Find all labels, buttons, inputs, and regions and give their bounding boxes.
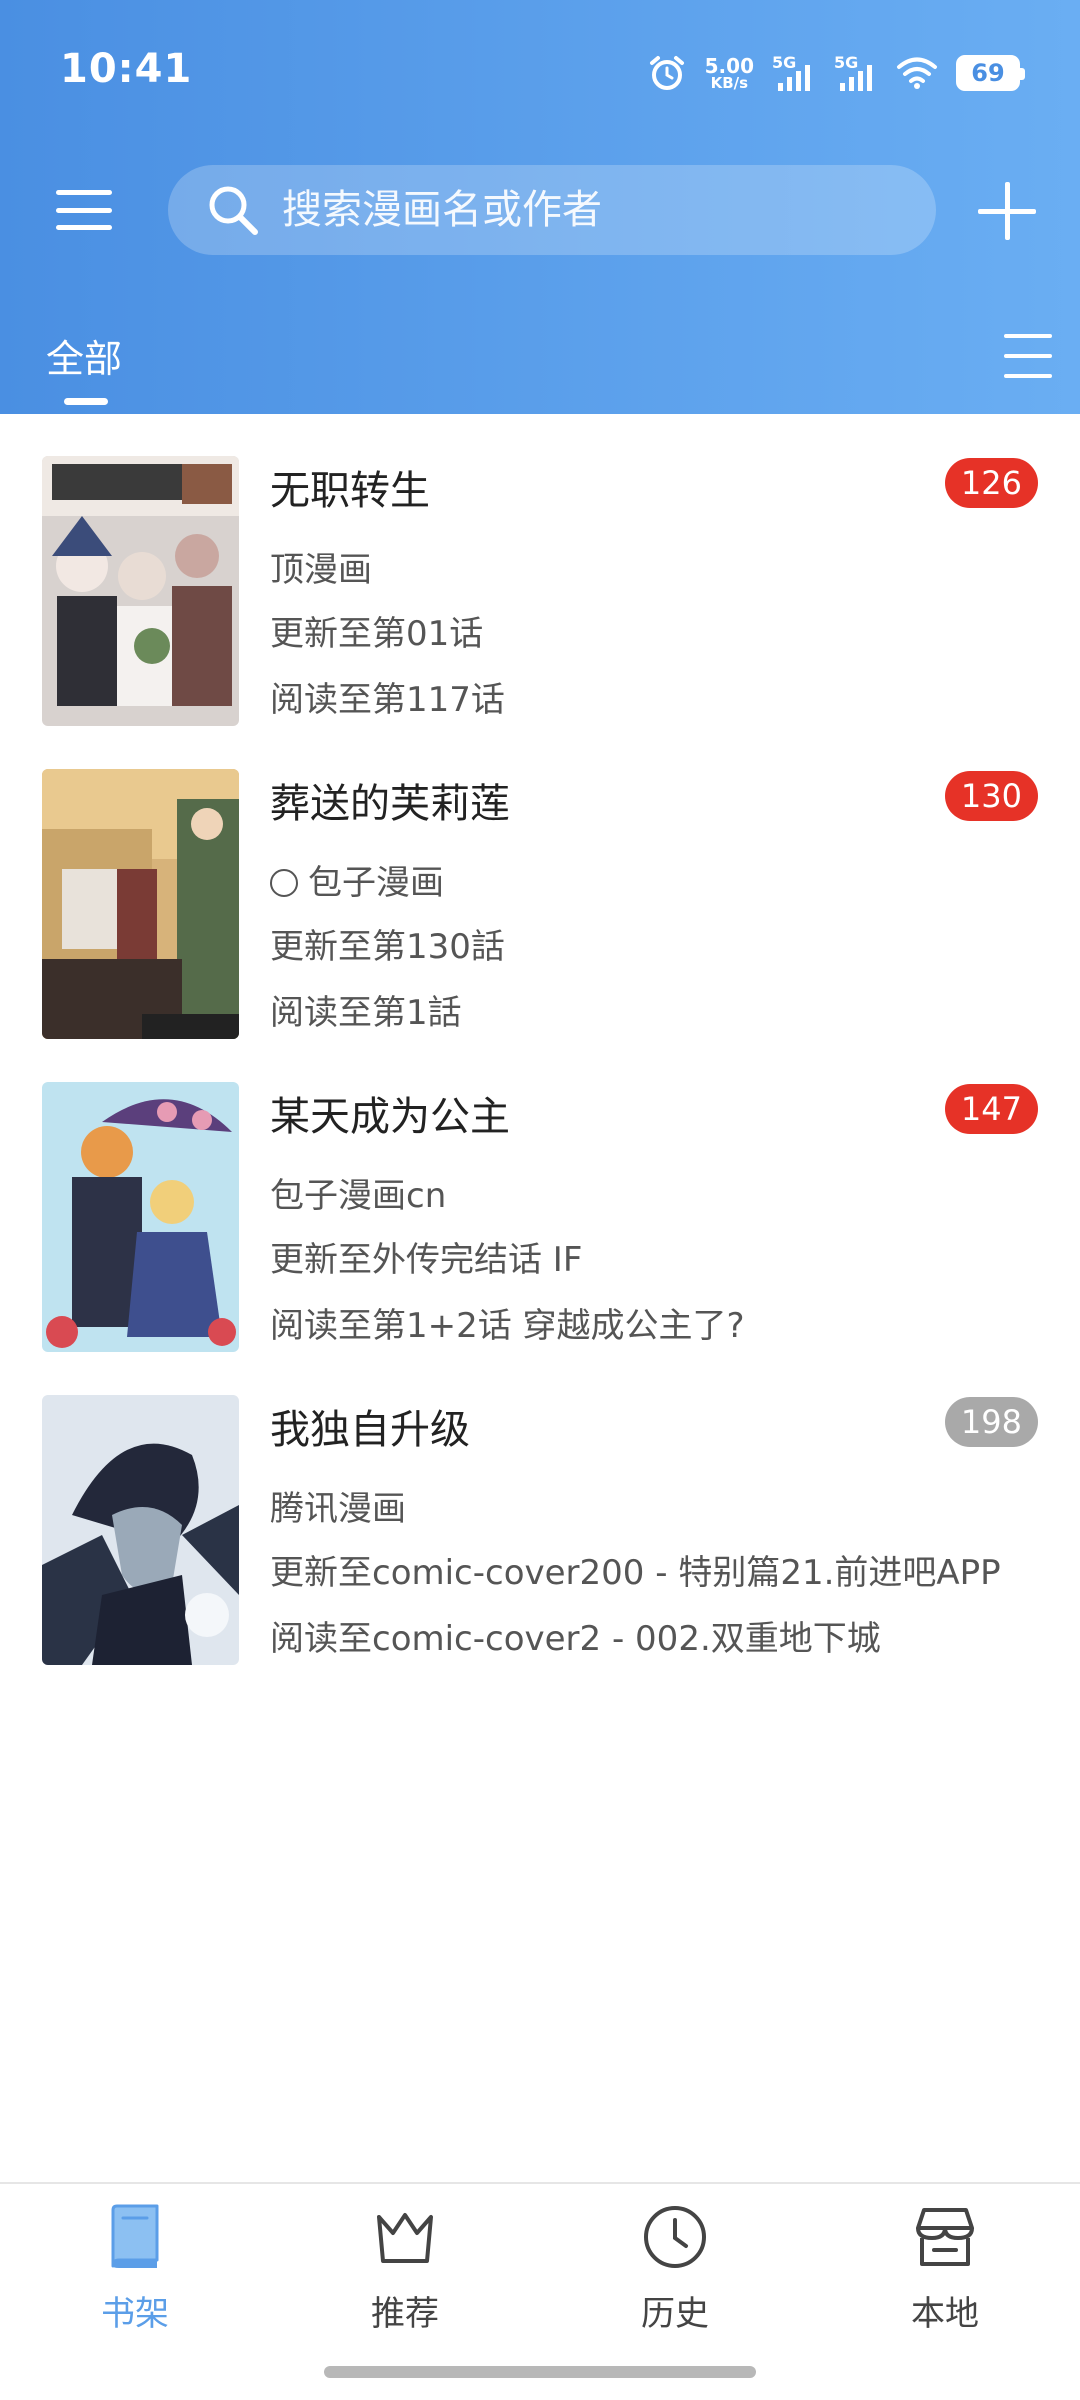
comic-source: 腾讯漫画 (270, 1489, 406, 1529)
list-item[interactable]: 某天成为公主 包子漫画cn 更新至外传完结话 IF 阅读至第1+2话 穿越成公主… (0, 1040, 1080, 1353)
comic-read-progress: 阅读至第117话 (270, 680, 505, 720)
signal-bars-icon (778, 65, 810, 91)
nav-bookshelf[interactable]: 书架 (35, 2202, 235, 2342)
chapter-count-badge: 198 (944, 1397, 1038, 1447)
status-time: 10:41 (60, 46, 193, 92)
alarm-icon (647, 53, 687, 93)
comic-source: 顶漫画 (270, 550, 372, 590)
comic-source-label: 包子漫画 (308, 863, 444, 903)
status-bar: 10:41 5.00 KB/s 5G 5G 69 (0, 0, 1080, 140)
menu-icon-bar (56, 207, 112, 213)
comic-update: 更新至comic-cover200 - 特别篇21.前进吧APP (270, 1553, 1001, 1593)
app-header: 10:41 5.00 KB/s 5G 5G 69 搜索漫画名或作者 全部 (0, 0, 1080, 414)
nav-history[interactable]: 历史 (575, 2202, 775, 2342)
book-icon (100, 2202, 170, 2272)
comic-source: 包子漫画 (270, 855, 444, 904)
wifi-icon (896, 56, 938, 90)
comic-read-progress: 阅读至comic-cover2 - 002.双重地下城 (270, 1619, 881, 1659)
battery-icon: 69 (956, 55, 1025, 91)
list-item[interactable]: 我独自升级 腾讯漫画 更新至comic-cover200 - 特别篇21.前进吧… (0, 1353, 1080, 1666)
chapter-count-badge: 126 (944, 458, 1038, 508)
comic-cover (42, 1082, 239, 1352)
list-item[interactable]: 无职转生 顶漫画 更新至第01话 阅读至第117话 126 (0, 414, 1080, 727)
add-button[interactable] (978, 182, 1036, 240)
circle-icon (270, 869, 298, 897)
tab-bar: 全部 (0, 320, 1080, 414)
comic-cover (42, 456, 239, 726)
comic-cover (42, 1395, 239, 1665)
net-speed: 5.00 KB/s (705, 56, 754, 91)
tab-menu-button[interactable] (1004, 330, 1052, 382)
comic-update: 更新至第01话 (270, 614, 484, 654)
home-indicator[interactable] (324, 2366, 756, 2378)
signal-sim1: 5G (772, 53, 816, 93)
list-icon-bar (1004, 334, 1052, 338)
chapter-count-badge: 147 (944, 1084, 1038, 1134)
menu-icon-bar (56, 190, 112, 195)
status-icons: 5.00 KB/s 5G 5G 69 (647, 50, 1025, 96)
store-icon (910, 2202, 980, 2272)
net-speed-unit: KB/s (710, 73, 749, 92)
nav-label: 历史 (641, 2294, 709, 2334)
comic-title: 葬送的芙莉莲 (270, 781, 510, 827)
clock-icon (640, 2202, 710, 2272)
comic-title: 我独自升级 (270, 1407, 470, 1453)
comic-update: 更新至外传完结话 IF (270, 1240, 583, 1280)
comic-title: 无职转生 (270, 468, 430, 514)
comic-update: 更新至第130話 (270, 927, 505, 967)
list-icon-bar (1004, 354, 1052, 358)
net-speed-value: 5.00 (704, 53, 754, 78)
battery-level: 69 (971, 59, 1005, 87)
tab-all[interactable]: 全部 (46, 328, 122, 383)
signal-sim2: 5G (834, 53, 878, 93)
comic-list: 无职转生 顶漫画 更新至第01话 阅读至第117话 126 葬送的芙莉莲 包子漫… (0, 414, 1080, 1666)
toolbar (0, 160, 1080, 260)
comic-title: 某天成为公主 (270, 1094, 510, 1140)
tab-indicator (64, 398, 108, 405)
nav-label: 推荐 (371, 2294, 439, 2334)
menu-button[interactable] (52, 180, 116, 240)
nav-recommend[interactable]: 推荐 (305, 2202, 505, 2342)
menu-icon-bar (56, 225, 112, 230)
comic-read-progress: 阅读至第1+2话 穿越成公主了? (270, 1306, 745, 1346)
crown-icon (370, 2202, 440, 2272)
nav-local[interactable]: 本地 (845, 2202, 1045, 2342)
comic-source: 包子漫画cn (270, 1176, 447, 1216)
nav-label: 本地 (911, 2294, 979, 2334)
list-icon-bar (1004, 374, 1052, 378)
search-input[interactable] (282, 187, 882, 233)
search-icon (204, 181, 262, 239)
comic-cover (42, 769, 239, 1039)
list-item[interactable]: 葬送的芙莉莲 包子漫画 更新至第130話 阅读至第1話 130 (0, 727, 1080, 1040)
signal-bars-icon (840, 65, 872, 91)
chapter-count-badge: 130 (944, 771, 1038, 821)
comic-read-progress: 阅读至第1話 (270, 993, 462, 1033)
search-box[interactable] (168, 165, 936, 255)
nav-label: 书架 (101, 2294, 169, 2334)
